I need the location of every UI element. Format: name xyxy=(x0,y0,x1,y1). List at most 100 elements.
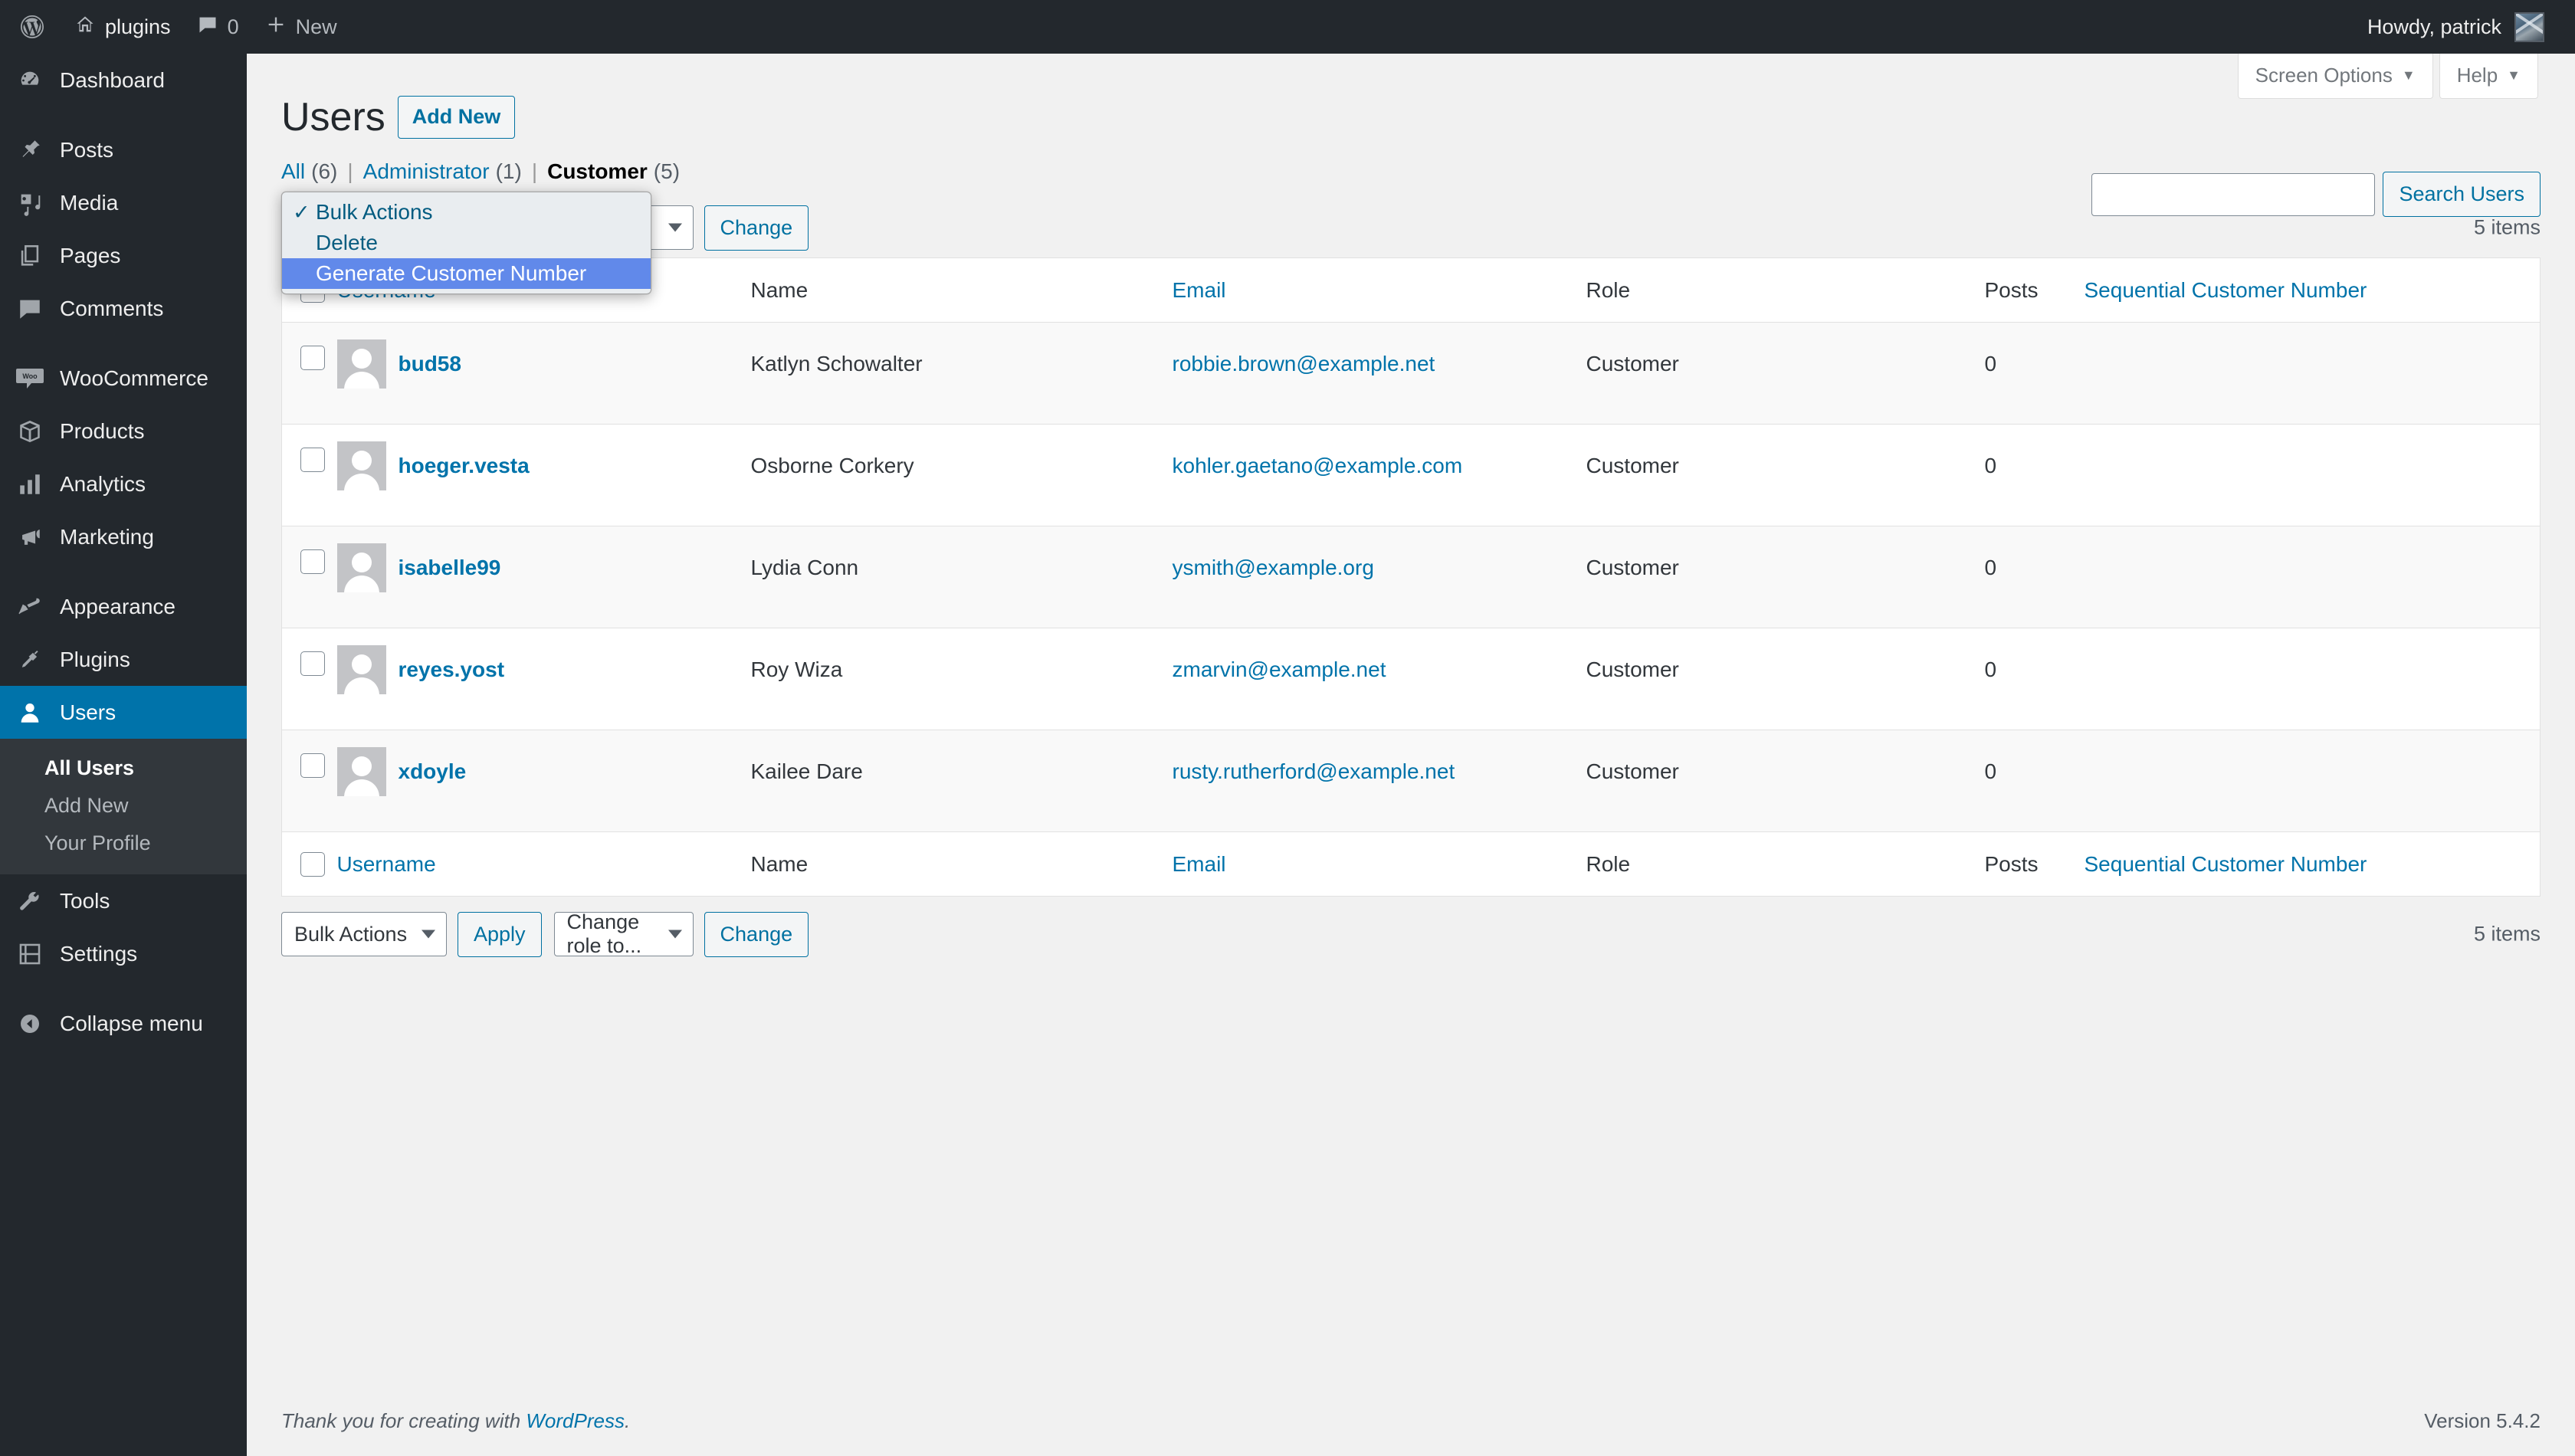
sidebar-item-plugins[interactable]: Plugins xyxy=(0,633,247,686)
cell-name: Osborne Corkery xyxy=(750,424,1173,526)
sidebar-item-collapse-menu[interactable]: Collapse menu xyxy=(0,997,247,1050)
plus-icon xyxy=(265,14,287,41)
apply-button-bottom[interactable]: Apply xyxy=(458,911,542,957)
page-title: Users xyxy=(281,95,385,139)
role-text: Customer xyxy=(1586,759,1679,784)
cell-username: reyes.yost xyxy=(336,628,751,730)
username-link[interactable]: isabelle99 xyxy=(399,543,501,592)
username-link[interactable]: reyes.yost xyxy=(399,645,505,694)
submenu-item-all-users[interactable]: All Users xyxy=(0,749,247,787)
cell-role: Customer xyxy=(1586,730,1985,832)
bar-chart-icon xyxy=(14,468,46,500)
dashboard-icon xyxy=(14,64,46,97)
email-link[interactable]: rusty.rutherford@example.net xyxy=(1173,759,1455,783)
cell-email: kohler.gaetano@example.com xyxy=(1172,424,1586,526)
cell-email: ysmith@example.org xyxy=(1172,526,1586,628)
sidebar-item-label: Appearance xyxy=(60,594,176,618)
avatar xyxy=(336,747,386,797)
username-link[interactable]: bud58 xyxy=(399,339,461,389)
sidebar-item-appearance[interactable]: Appearance xyxy=(0,580,247,633)
sidebar-item-label: Collapse menu xyxy=(60,1011,203,1035)
help-button[interactable]: Help ▼ xyxy=(2439,54,2538,99)
row-checkbox[interactable] xyxy=(300,346,325,371)
bulk-actions-dropdown-open[interactable]: ✓ Bulk Actions Delete Generate Customer … xyxy=(281,192,651,295)
column-footer-email-link[interactable]: Email xyxy=(1173,852,1226,876)
site-name-menu[interactable]: plugins xyxy=(61,0,184,54)
chevron-down-icon: ▼ xyxy=(2401,67,2416,83)
row-checkbox[interactable] xyxy=(300,651,325,677)
screen-options-button[interactable]: Screen Options ▼ xyxy=(2237,54,2433,99)
username-link[interactable]: xdoyle xyxy=(399,747,467,796)
sidebar-item-settings[interactable]: Settings xyxy=(0,927,247,980)
avatar xyxy=(336,645,386,695)
box-icon xyxy=(14,415,46,448)
select-all-footer xyxy=(281,831,337,897)
dropdown-option-generate-customer-number[interactable]: Generate Customer Number xyxy=(282,258,651,290)
cell-email: robbie.brown@example.net xyxy=(1172,322,1586,425)
pages-icon xyxy=(14,240,46,272)
wordpress-logo-icon[interactable] xyxy=(0,0,61,54)
email-link[interactable]: kohler.gaetano@example.com xyxy=(1173,454,1463,477)
row-checkbox[interactable] xyxy=(300,753,325,779)
email-link[interactable]: ysmith@example.org xyxy=(1173,556,1374,579)
column-header-seq-link[interactable]: Sequential Customer Number xyxy=(2085,278,2367,302)
name-text: Kailee Dare xyxy=(750,759,863,784)
column-footer-username-link[interactable]: Username xyxy=(337,852,436,876)
cell-username: bud58 xyxy=(336,322,751,425)
change-button-top[interactable]: Change xyxy=(704,205,809,251)
filter-all-link[interactable]: All xyxy=(281,159,305,184)
sidebar-item-dashboard[interactable]: Dashboard xyxy=(0,54,247,107)
filter-customer-link[interactable]: Customer xyxy=(547,159,648,184)
column-footer-posts: Posts xyxy=(1984,831,2085,897)
change-role-select-bottom[interactable]: Change role to... xyxy=(553,910,694,957)
cell-email: zmarvin@example.net xyxy=(1172,628,1586,730)
sidebar-item-pages[interactable]: Pages xyxy=(0,229,247,282)
row-checkbox[interactable] xyxy=(300,549,325,575)
dropdown-option-delete[interactable]: Delete xyxy=(282,228,651,258)
comment-bubble-icon xyxy=(14,293,46,325)
dropdown-option-bulk-actions[interactable]: ✓ Bulk Actions xyxy=(282,197,651,228)
bulk-action-select-bottom[interactable]: Bulk Actions xyxy=(281,912,447,957)
sidebar-item-users[interactable]: Users xyxy=(0,686,247,739)
sidebar-item-label: Tools xyxy=(60,888,110,913)
settings-sliders-icon xyxy=(14,938,46,970)
sidebar-item-marketing[interactable]: Marketing xyxy=(0,510,247,563)
avatar xyxy=(2514,11,2544,42)
email-link[interactable]: robbie.brown@example.net xyxy=(1173,352,1435,375)
change-button-bottom[interactable]: Change xyxy=(704,911,809,957)
sidebar-item-posts[interactable]: Posts xyxy=(0,123,247,176)
sidebar-item-woocommerce[interactable]: Woo WooCommerce xyxy=(0,352,247,405)
svg-text:Woo: Woo xyxy=(22,372,38,380)
sidebar-item-tools[interactable]: Tools xyxy=(0,874,247,927)
comments-bubble[interactable]: 0 xyxy=(184,0,252,54)
email-link[interactable]: zmarvin@example.net xyxy=(1173,657,1386,681)
sidebar-item-label: Users xyxy=(60,700,116,724)
row-checkbox[interactable] xyxy=(300,448,325,473)
sidebar-item-comments[interactable]: Comments xyxy=(0,282,247,335)
row-checkbox-cell xyxy=(281,526,337,628)
sidebar-item-media[interactable]: Media xyxy=(0,176,247,229)
sidebar-item-products[interactable]: Products xyxy=(0,405,247,457)
submenu-item-your-profile[interactable]: Your Profile xyxy=(0,825,247,862)
sidebar-item-analytics[interactable]: Analytics xyxy=(0,457,247,510)
footer-thankyou-prefix: Thank you for creating with xyxy=(281,1409,526,1432)
select-all-checkbox-footer[interactable] xyxy=(300,852,325,877)
paintbrush-icon xyxy=(14,591,46,623)
submenu-item-add-new[interactable]: Add New xyxy=(0,787,247,825)
filter-all-count: (6) xyxy=(311,159,338,184)
add-new-button[interactable]: Add New xyxy=(397,96,516,139)
wordpress-link[interactable]: WordPress xyxy=(526,1409,625,1432)
username-link[interactable]: hoeger.vesta xyxy=(399,441,530,490)
filter-customer-count: (5) xyxy=(653,159,681,184)
cell-username: hoeger.vesta xyxy=(336,424,751,526)
column-header-email: Email xyxy=(1172,257,1586,323)
filter-administrator-link[interactable]: Administrator xyxy=(363,159,490,184)
sidebar-separator xyxy=(0,107,247,123)
column-footer-seq-link[interactable]: Sequential Customer Number xyxy=(2085,852,2367,876)
column-header-email-link[interactable]: Email xyxy=(1173,278,1226,302)
new-content-menu[interactable]: New xyxy=(252,0,350,54)
footer-version: Version 5.4.2 xyxy=(2424,1409,2541,1432)
wrench-icon xyxy=(14,885,46,917)
account-menu[interactable]: Howdy, patrick xyxy=(2354,11,2575,42)
admin-bar: plugins 0 New Howdy, patrick xyxy=(0,0,2575,54)
